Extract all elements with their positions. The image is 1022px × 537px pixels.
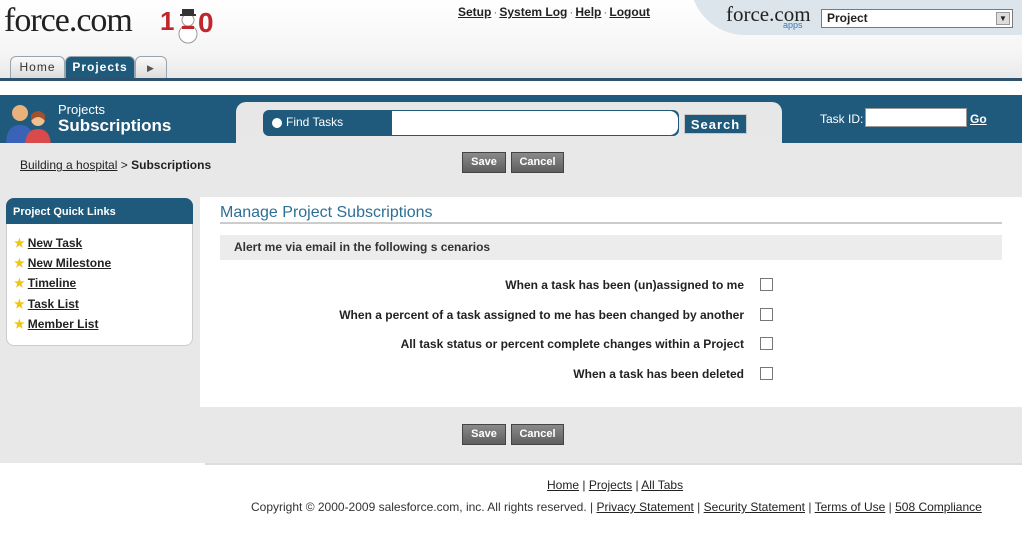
option-label-all-changes: All task status or percent complete chan…	[400, 337, 744, 351]
separator: ·	[569, 5, 574, 19]
breadcrumb-current: Subscriptions	[131, 158, 212, 172]
option-label-unassigned: When a task has been (un)assigned to me	[505, 278, 744, 292]
page-title: Subscriptions	[58, 116, 172, 135]
app-selector[interactable]: Project ▼	[821, 9, 1013, 28]
chevron-right-icon: ▶	[147, 63, 155, 73]
find-tasks-input[interactable]	[392, 111, 678, 135]
help-link[interactable]: Help	[575, 5, 601, 19]
option-label-deleted: When a task has been deleted	[573, 367, 744, 381]
quick-link-item: ★ New Milestone	[14, 256, 111, 270]
cancel-button-bottom[interactable]: Cancel	[511, 424, 564, 445]
option-checkbox-unassigned[interactable]	[760, 278, 773, 291]
breadcrumb-separator: >	[120, 158, 128, 172]
quick-link-item: ★ Timeline	[14, 276, 76, 290]
quick-link-item: ★ Task List	[14, 297, 79, 311]
quick-links-title: Project Quick Links	[6, 198, 193, 224]
footer-links: Home | Projects | All Tabs	[547, 478, 684, 492]
option-checkbox-all-changes[interactable]	[760, 337, 773, 350]
footer-home-link[interactable]: Home	[547, 478, 579, 492]
svg-text:0: 0	[198, 7, 214, 38]
terms-of-use-link[interactable]: Terms of Use	[815, 500, 886, 514]
find-tasks-label: Find Tasks	[286, 115, 344, 129]
privacy-statement-link[interactable]: Privacy Statement	[596, 500, 693, 514]
top-links: Setup · System Log · Help · Logout	[458, 5, 650, 19]
security-statement-link[interactable]: Security Statement	[704, 500, 805, 514]
search-button[interactable]: Search	[684, 114, 747, 134]
quick-link-item: ★ New Task	[14, 236, 82, 250]
chevron-down-icon[interactable]: ▼	[996, 12, 1010, 25]
new-milestone-link[interactable]: New Milestone	[28, 256, 111, 270]
star-icon: ★	[14, 256, 25, 270]
breadcrumb: Building a hospital > Subscriptions	[20, 158, 211, 172]
people-icon	[6, 105, 51, 147]
separator: ·	[603, 5, 608, 19]
option-checkbox-deleted[interactable]	[760, 367, 773, 380]
app-selector-value: Project	[827, 11, 868, 25]
divider	[205, 463, 1022, 465]
cancel-button-top[interactable]: Cancel	[511, 152, 564, 173]
tab-more[interactable]: ▶	[135, 56, 167, 78]
star-icon: ★	[14, 297, 25, 311]
task-list-link[interactable]: Task List	[28, 297, 79, 311]
copyright-text: Copyright © 2000-2009 salesforce.com, in…	[251, 500, 594, 514]
footer-all-tabs-link[interactable]: All Tabs	[641, 478, 683, 492]
breadcrumb-parent-link[interactable]: Building a hospital	[20, 158, 117, 172]
tab-home[interactable]: Home	[10, 56, 65, 78]
star-icon: ★	[14, 276, 25, 290]
task-id-label: Task ID:	[820, 112, 864, 126]
new-task-link[interactable]: New Task	[28, 236, 82, 250]
logout-link[interactable]: Logout	[609, 5, 650, 19]
save-button-top[interactable]: Save	[462, 152, 506, 173]
save-button-bottom[interactable]: Save	[462, 424, 506, 445]
alert-heading: Alert me via email in the following s ce…	[234, 240, 491, 254]
copyright: Copyright © 2000-2009 salesforce.com, in…	[251, 500, 982, 514]
snowman-icon: 1 0	[160, 6, 214, 44]
system-log-link[interactable]: System Log	[499, 5, 567, 19]
radio-dot-icon	[272, 118, 282, 128]
divider	[220, 222, 1002, 224]
go-link[interactable]: Go	[970, 112, 987, 126]
separator: ·	[493, 5, 498, 19]
banner-subtitle: Projects	[58, 102, 105, 117]
star-icon: ★	[14, 236, 25, 250]
svg-text:1: 1	[160, 6, 174, 36]
tab-projects[interactable]: Projects	[65, 56, 135, 78]
member-list-link[interactable]: Member List	[28, 317, 99, 331]
quick-link-item: ★ Member List	[14, 317, 98, 331]
footer-projects-link[interactable]: Projects	[589, 478, 632, 492]
setup-link[interactable]: Setup	[458, 5, 491, 19]
timeline-link[interactable]: Timeline	[28, 276, 76, 290]
star-icon: ★	[14, 317, 25, 331]
508-compliance-link[interactable]: 508 Compliance	[895, 500, 982, 514]
option-checkbox-percent-changed[interactable]	[760, 308, 773, 321]
apps-sub-label: apps	[783, 20, 803, 30]
force-logo[interactable]: force.com	[4, 2, 133, 40]
tab-underline	[0, 78, 1022, 81]
option-label-percent-changed: When a percent of a task assigned to me …	[339, 308, 744, 322]
task-id-input[interactable]	[865, 108, 967, 127]
section-title: Manage Project Subscriptions	[220, 204, 433, 221]
